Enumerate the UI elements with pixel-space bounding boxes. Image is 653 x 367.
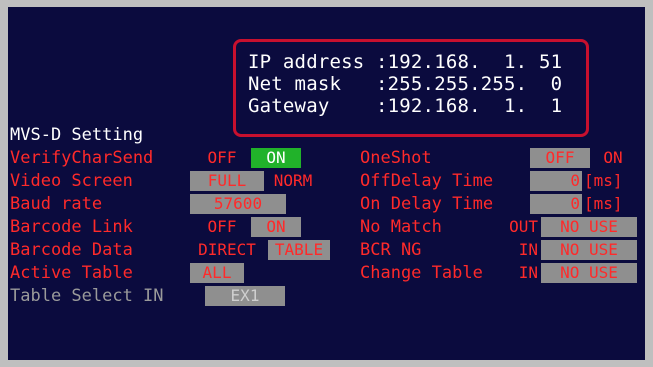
ondelay-time-unit: [ms] — [584, 194, 623, 213]
ip-address-row: IP address :192.168. 1. 51 — [248, 51, 562, 73]
change-table-value[interactable]: NO USE — [541, 263, 637, 283]
screen-frame: IP address :192.168. 1. 51 Net mask :255.2… — [0, 0, 653, 367]
page-title: MVS-D Setting — [10, 125, 144, 145]
barcode-data-label: Barcode Data — [10, 240, 133, 260]
offdelay-time-value[interactable]: 0 — [530, 171, 582, 191]
no-match-label: No Match — [360, 217, 442, 237]
verify-char-send-label: VerifyCharSend — [10, 148, 154, 168]
oneshot-off-option[interactable]: OFF — [530, 148, 590, 168]
active-table-value[interactable]: ALL — [190, 263, 244, 283]
gateway-row: Gateway :192.168. 1. 1 — [248, 95, 562, 117]
offdelay-time-label: OffDelay Time — [360, 171, 494, 191]
net-mask-value: :255.255.255. 0 — [376, 73, 563, 95]
net-mask-label: Net mask — [248, 73, 342, 95]
ip-address-label: IP address — [248, 51, 365, 73]
baud-rate-label: Baud rate — [10, 194, 103, 214]
verify-char-send-on-option[interactable]: ON — [251, 148, 301, 168]
video-screen-norm-option[interactable]: NORM — [266, 171, 320, 191]
table-select-in-value[interactable]: EX1 — [205, 286, 285, 306]
change-table-port: IN — [518, 263, 538, 282]
net-mask-row: Net mask :255.255.255. 0 — [248, 73, 562, 95]
active-table-label: Active Table — [10, 263, 133, 283]
no-match-value[interactable]: NO USE — [541, 217, 637, 237]
ip-address-value: :192.168. 1. 51 — [376, 51, 563, 73]
ondelay-time-value[interactable]: 0 — [530, 194, 582, 214]
settings-screen: IP address :192.168. 1. 51 Net mask :255.2… — [8, 7, 645, 360]
barcode-link-label: Barcode Link — [10, 217, 133, 237]
no-match-port: OUT — [509, 217, 538, 236]
bcr-ng-port: IN — [518, 240, 538, 259]
bcr-ng-label: BCR NG — [360, 240, 422, 260]
video-screen-label: Video Screen — [10, 171, 133, 191]
gateway-value: :192.168. 1. 1 — [376, 95, 563, 117]
oneshot-label: OneShot — [360, 148, 432, 168]
offdelay-time-unit: [ms] — [584, 171, 623, 190]
oneshot-on-option[interactable]: ON — [593, 148, 633, 168]
gateway-label: Gateway — [248, 95, 330, 117]
barcode-data-direct-option[interactable]: DIRECT — [188, 240, 266, 260]
barcode-link-on-option[interactable]: ON — [251, 217, 301, 237]
verify-char-send-off-option[interactable]: OFF — [200, 148, 244, 168]
ondelay-time-label: On Delay Time — [360, 194, 494, 214]
barcode-data-table-option[interactable]: TABLE — [268, 240, 330, 260]
change-table-label: Change Table — [360, 263, 483, 283]
bcr-ng-value[interactable]: NO USE — [541, 240, 637, 260]
video-screen-full-option[interactable]: FULL — [190, 171, 264, 191]
table-select-in-label: Table Select IN — [10, 286, 164, 306]
barcode-link-off-option[interactable]: OFF — [200, 217, 244, 237]
baud-rate-value[interactable]: 57600 — [190, 194, 286, 214]
